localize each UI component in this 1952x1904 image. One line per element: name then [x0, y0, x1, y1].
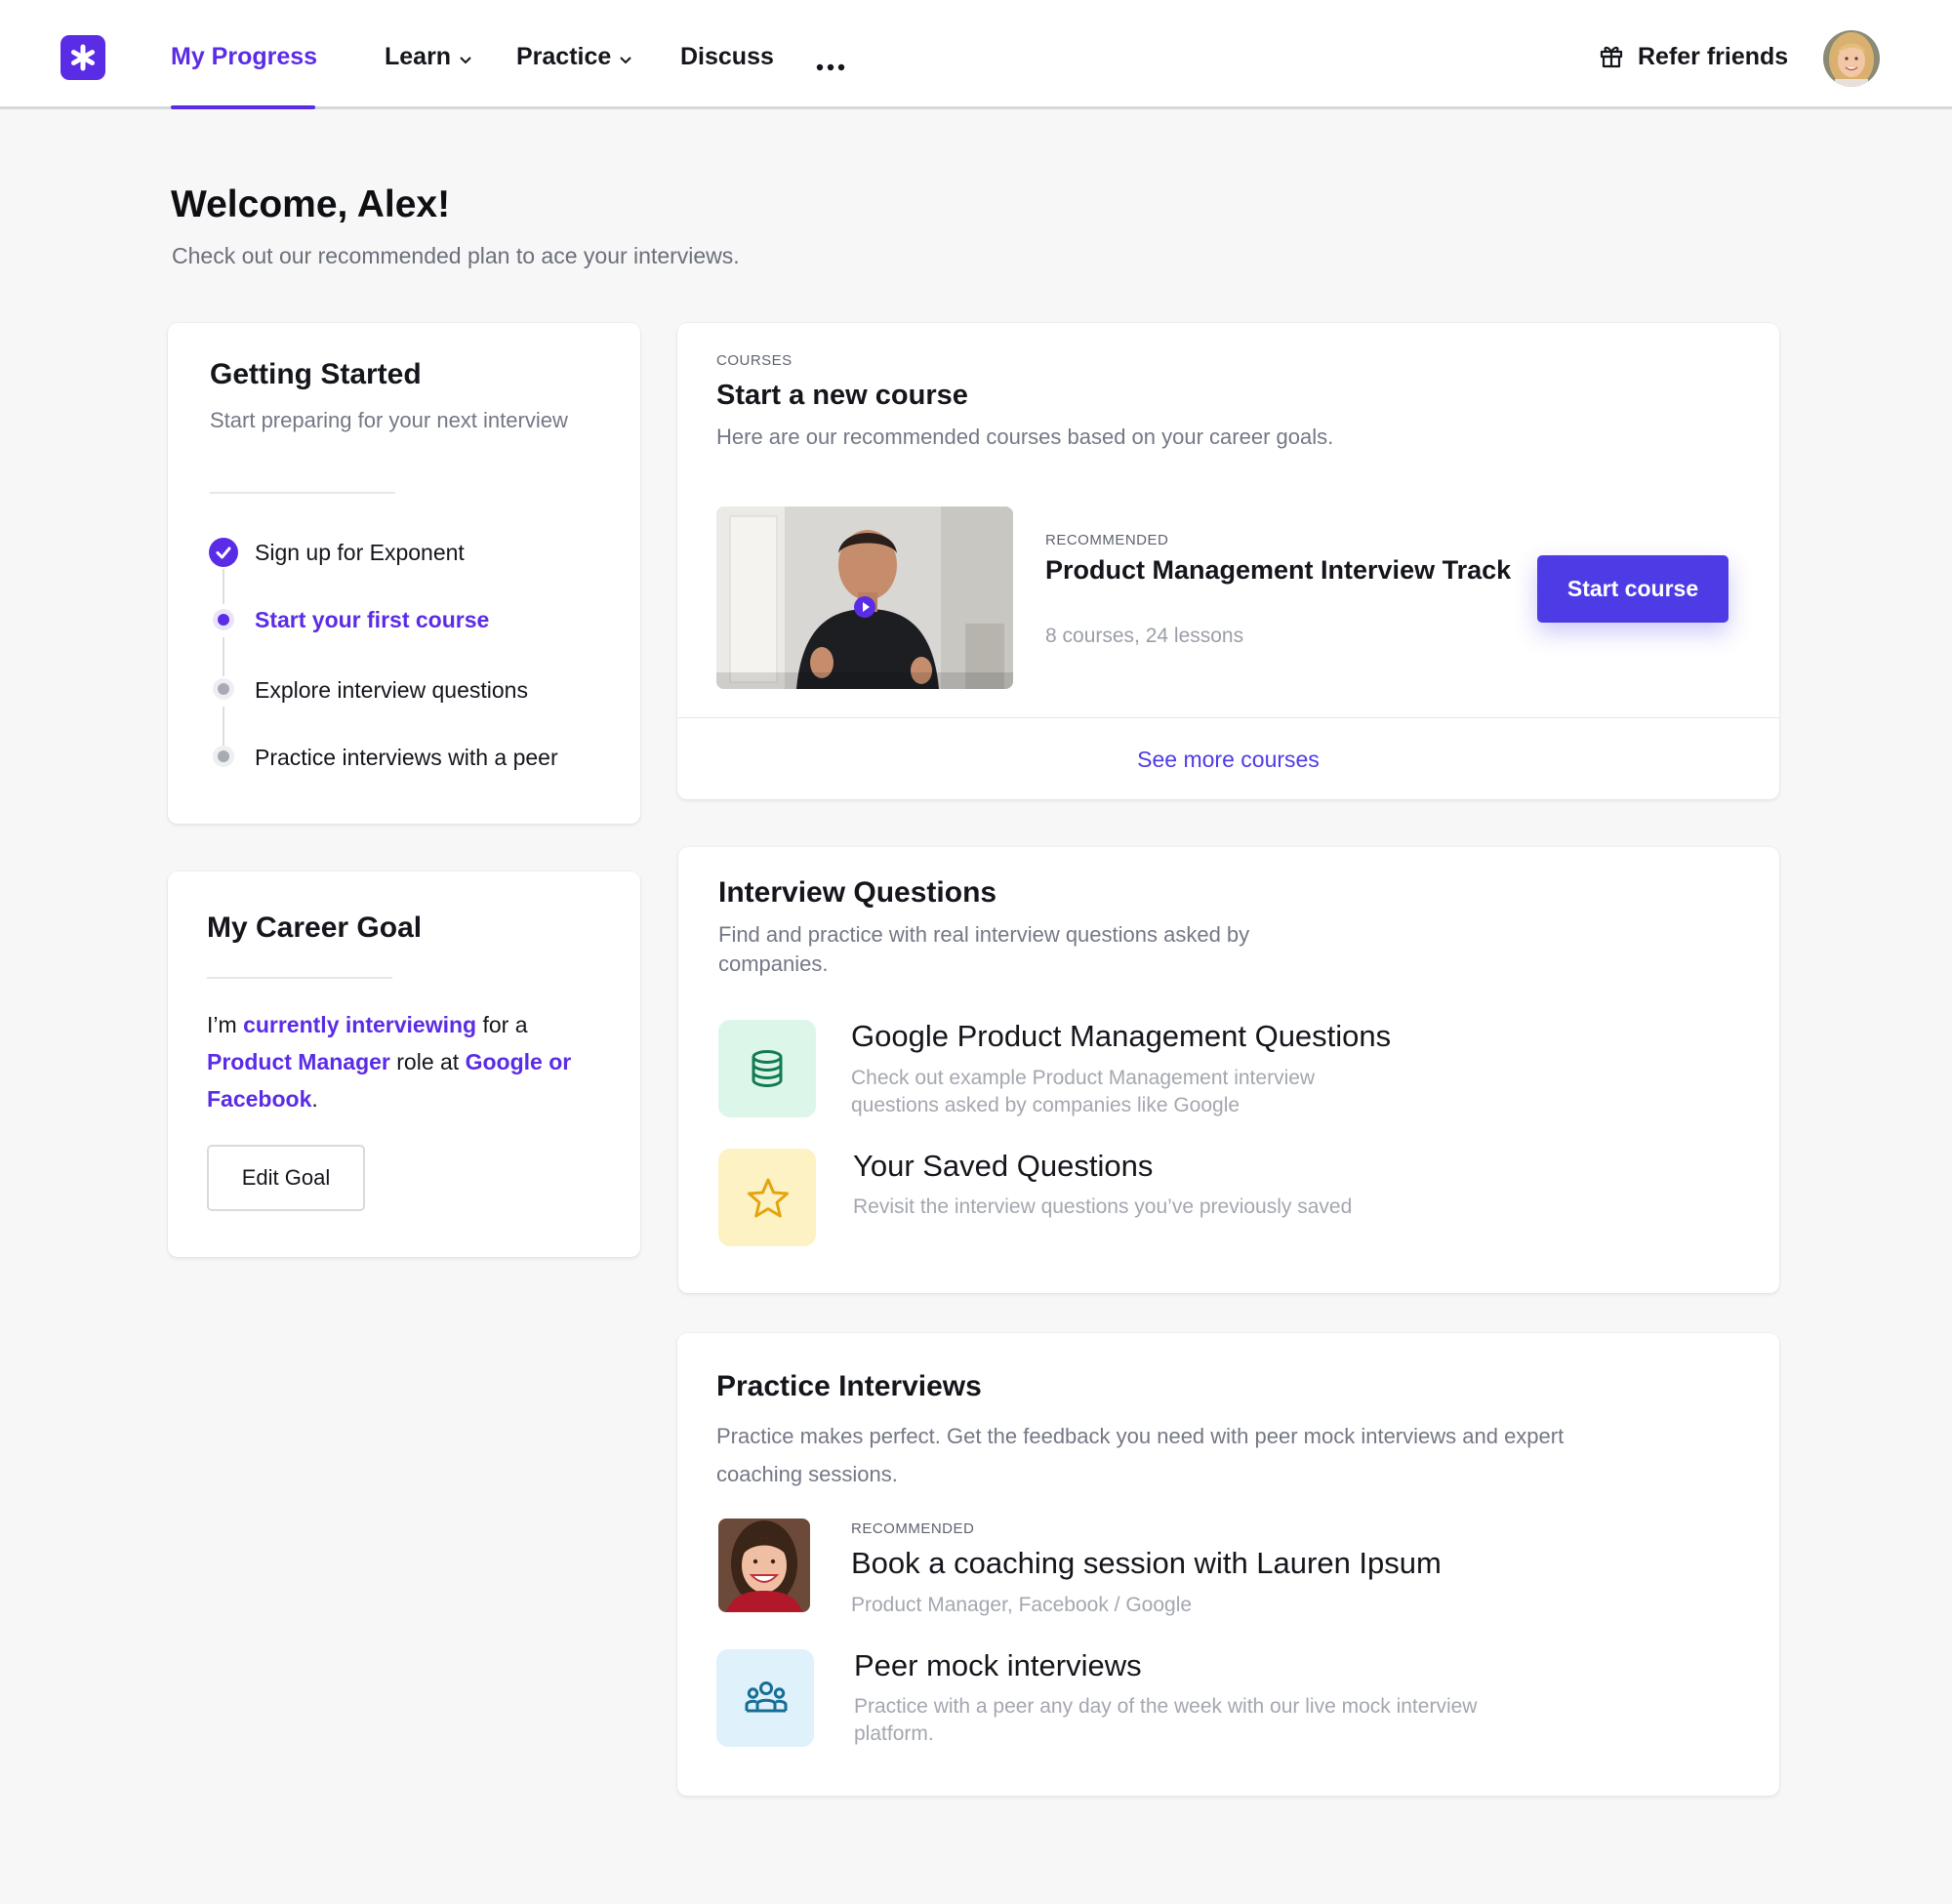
coaching-meta: Product Manager, Facebook / Google [851, 1594, 1193, 1616]
nav-practice[interactable]: Practice [516, 43, 632, 72]
nav-practice-label: Practice [516, 43, 612, 70]
career-goal-title: My Career Goal [207, 911, 423, 944]
see-more-courses-link[interactable]: See more courses [677, 747, 1779, 773]
more-menu-icon[interactable] [816, 59, 845, 76]
goal-role-link[interactable]: Product Manager [207, 1049, 390, 1074]
play-icon[interactable] [854, 596, 875, 618]
pending-step-indicator [213, 746, 234, 767]
practice-interviews-subtitle: Practice makes perfect. Get the feedback… [716, 1424, 1565, 1486]
getting-started-card: Getting Started Start preparing for your… [168, 323, 640, 824]
nav-learn-label: Learn [385, 43, 452, 70]
course-video-thumbnail[interactable] [716, 506, 1013, 689]
question-set-title: Google Product Management Questions [851, 1019, 1392, 1053]
recommended-label: RECOMMENDED [1045, 532, 1169, 548]
interview-questions-title: Interview Questions [718, 876, 997, 909]
goal-text-part: role at [389, 1049, 466, 1074]
nav-discuss-label: Discuss [680, 43, 774, 70]
exponent-logo-icon[interactable] [61, 35, 105, 80]
edit-goal-button[interactable]: Edit Goal [207, 1145, 365, 1211]
star-icon [718, 1149, 816, 1246]
step-label: Explore interview questions [255, 677, 528, 703]
interview-questions-card: Interview Questions Find and practice wi… [678, 847, 1779, 1293]
step-label: Start your first course [255, 607, 490, 632]
page-subtitle: Check out our recommended plan to ace yo… [172, 243, 740, 268]
courses-title: Start a new course [716, 380, 968, 411]
getting-started-title: Getting Started [210, 358, 422, 390]
divider [210, 492, 395, 494]
chevron-down-icon [459, 44, 472, 72]
goal-text-part: I’m [207, 1012, 244, 1037]
step-label: Practice interviews with a peer [255, 745, 558, 770]
step-connector [223, 569, 224, 604]
divider [677, 717, 1779, 718]
page-title: Welcome, Alex! [171, 183, 451, 225]
top-navigation-bar: My Progress Learn Practice Discuss Refer… [0, 0, 1952, 109]
saved-questions-title: Your Saved Questions [853, 1149, 1154, 1183]
practice-interviews-title: Practice Interviews [716, 1370, 982, 1402]
career-goal-card: My Career Goal I’m currently interviewin… [168, 871, 640, 1257]
chevron-down-icon [619, 44, 632, 72]
nav-learn[interactable]: Learn [385, 43, 472, 72]
peer-mock-title: Peer mock interviews [854, 1648, 1142, 1682]
check-icon [209, 538, 238, 567]
active-tab-indicator [171, 105, 315, 109]
refer-friends-label: Refer friends [1638, 43, 1789, 70]
user-avatar[interactable] [1823, 30, 1880, 87]
saved-questions-desc: Revisit the interview questions you’ve p… [853, 1195, 1353, 1218]
database-icon [718, 1020, 816, 1117]
courses-eyebrow: COURSES [716, 352, 793, 369]
practice-interviews-card: Practice Interviews Practice makes perfe… [677, 1333, 1779, 1796]
interview-questions-subtitle: Find and practice with real interview qu… [718, 922, 1250, 976]
divider [207, 977, 392, 979]
courses-card: COURSES Start a new course Here are our … [677, 323, 1779, 799]
goal-text-part: for a [476, 1012, 528, 1037]
peer-mock-desc: Practice with a peer any day of the week… [854, 1695, 1478, 1745]
refer-friends-link[interactable]: Refer friends [1599, 43, 1788, 71]
course-meta: 8 courses, 24 lessons [1045, 625, 1244, 647]
goal-status-link[interactable]: currently interviewing [243, 1012, 476, 1037]
course-name-text: Product Management Interview Track [1045, 555, 1512, 585]
step-connector [223, 707, 224, 746]
step-connector [223, 637, 224, 676]
current-step-indicator [213, 609, 234, 630]
coaching-title: Book a coaching session with Lauren Ipsu… [851, 1546, 1442, 1580]
getting-started-subtitle: Start preparing for your next interview [210, 408, 568, 432]
group-icon [716, 1649, 814, 1747]
nav-my-progress-label: My Progress [171, 43, 318, 70]
question-set-desc: Check out example Product Management int… [851, 1067, 1316, 1116]
nav-discuss[interactable]: Discuss [680, 43, 774, 71]
courses-subtitle: Here are our recommended courses based o… [716, 425, 1334, 449]
step-label: Sign up for Exponent [255, 540, 465, 565]
nav-my-progress[interactable]: My Progress [171, 43, 317, 71]
career-goal-text: I’m currently interviewing for a Product… [207, 1006, 607, 1117]
start-course-button[interactable]: Start course [1537, 555, 1728, 623]
gift-icon [1600, 46, 1623, 68]
course-name[interactable]: Product Management Interview Track [1045, 553, 1511, 587]
pending-step-indicator [213, 678, 234, 700]
coach-avatar [718, 1519, 810, 1612]
recommended-label: RECOMMENDED [851, 1520, 975, 1537]
goal-text-part: . [311, 1086, 318, 1112]
